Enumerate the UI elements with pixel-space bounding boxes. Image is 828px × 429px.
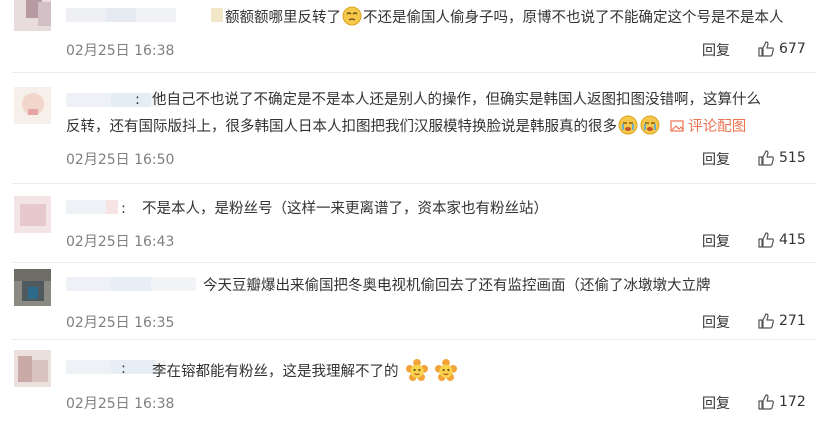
like-button[interactable]: 415 bbox=[757, 231, 806, 249]
like-count: 415 bbox=[779, 232, 806, 248]
comment-item: 额额额哪里反转了 不还是偷国人偷身子吗，原博不也说了不能确定这个号是不是本人 02… bbox=[0, 0, 828, 72]
flower-face-emoji-icon bbox=[434, 358, 457, 382]
like-button[interactable]: 677 bbox=[757, 40, 806, 58]
thumbs-up-icon bbox=[758, 41, 774, 57]
crying-face-emoji-icon bbox=[618, 115, 638, 135]
thumbs-up-icon bbox=[758, 150, 774, 166]
reply-button[interactable]: 回复 bbox=[702, 393, 730, 413]
comment-text: 他自己不也说了不确定是不是本人还是别人的操作，但确实是韩国人返图扣图没错啊，这算… bbox=[152, 92, 761, 108]
comment-text-prefix: : bbox=[121, 201, 126, 217]
comment-text-prefix: : bbox=[135, 92, 140, 108]
comment-timestamp: 02月25日 16:38 bbox=[66, 43, 175, 59]
username-blurred[interactable] bbox=[66, 360, 166, 374]
avatar[interactable] bbox=[14, 350, 51, 387]
username-blurred[interactable] bbox=[66, 277, 196, 291]
reply-button[interactable]: 回复 bbox=[702, 312, 730, 332]
comment-image-link[interactable]: 评论配图 bbox=[688, 119, 746, 135]
comment-text: 今天豆瓣爆出来偷国把冬奥电视机偷回去了还有监控画面（还偷了冰墩墩大立牌 bbox=[203, 278, 711, 294]
avatar[interactable] bbox=[14, 196, 51, 233]
image-icon[interactable] bbox=[670, 119, 684, 133]
comment-text-prefix: : bbox=[121, 361, 126, 377]
comment-timestamp: 02月25日 16:35 bbox=[66, 315, 175, 331]
comment-text: 李在镕都能有粉丝，这是我理解不了的 bbox=[152, 358, 459, 384]
flower-face-emoji-icon bbox=[405, 358, 428, 382]
sad-face-emoji-icon bbox=[342, 6, 362, 26]
avatar[interactable] bbox=[14, 269, 51, 306]
like-count: 677 bbox=[779, 41, 806, 57]
reply-button[interactable]: 回复 bbox=[702, 231, 730, 251]
comment-text: 额额额哪里反转了 不还是偷国人偷身子吗，原博不也说了不能确定这个号是不是本人 bbox=[225, 6, 784, 30]
avatar[interactable] bbox=[14, 0, 51, 31]
like-button[interactable]: 172 bbox=[757, 393, 806, 411]
crying-face-emoji-icon bbox=[640, 115, 660, 135]
username-blurred[interactable] bbox=[66, 8, 223, 22]
thumbs-up-icon bbox=[758, 313, 774, 329]
comment-item: : 不是本人，是粉丝号（这样一来更离谱了，资本家也有粉丝站） 02月25日 16… bbox=[0, 184, 828, 262]
like-count: 515 bbox=[779, 150, 806, 166]
reply-button[interactable]: 回复 bbox=[702, 149, 730, 169]
comment-item: : 他自己不也说了不确定是不是本人还是别人的操作，但确实是韩国人返图扣图没错啊，… bbox=[0, 73, 828, 183]
comment-timestamp: 02月25日 16:38 bbox=[66, 396, 175, 412]
reply-button[interactable]: 回复 bbox=[702, 40, 730, 60]
comment-item: : 李在镕都能有粉丝，这是我理解不了的 02月25日 16:38 回复 172 bbox=[0, 340, 828, 429]
comment-text: 不是本人，是粉丝号（这样一来更离谱了，资本家也有粉丝站） bbox=[142, 201, 548, 217]
username-blurred[interactable] bbox=[66, 200, 118, 214]
thumbs-up-icon bbox=[758, 394, 774, 410]
like-count: 172 bbox=[779, 394, 806, 410]
comment-item: 今天豆瓣爆出来偷国把冬奥电视机偷回去了还有监控画面（还偷了冰墩墩大立牌 02月2… bbox=[0, 263, 828, 339]
comment-timestamp: 02月25日 16:50 bbox=[66, 152, 175, 168]
comment-timestamp: 02月25日 16:43 bbox=[66, 234, 175, 250]
avatar[interactable] bbox=[14, 87, 51, 124]
like-count: 271 bbox=[779, 313, 806, 329]
username-blurred[interactable] bbox=[66, 93, 161, 107]
thumbs-up-icon bbox=[758, 232, 774, 248]
comment-text-line2: 反转，还有国际版抖上，很多韩国人日本人扣图把我们汉服模特换脸说是韩服真的很多 评… bbox=[66, 115, 746, 139]
like-button[interactable]: 515 bbox=[757, 149, 806, 167]
like-button[interactable]: 271 bbox=[757, 312, 806, 330]
